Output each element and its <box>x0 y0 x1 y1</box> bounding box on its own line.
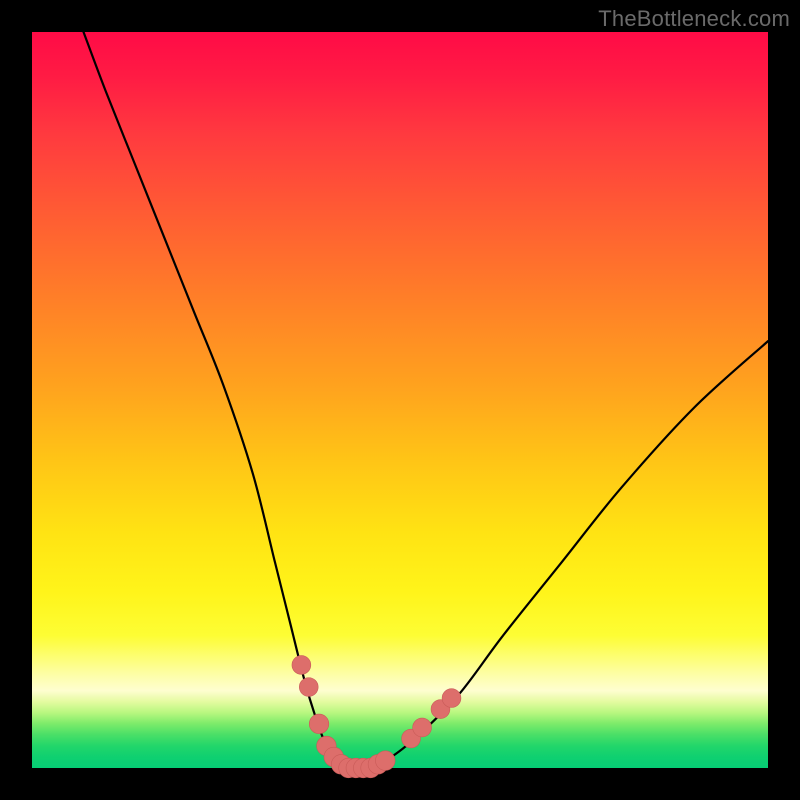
bottleneck-curve <box>84 32 768 769</box>
markers-group <box>292 656 461 778</box>
data-marker <box>442 689 461 708</box>
chart-plot-area <box>32 32 768 768</box>
data-marker <box>376 751 396 771</box>
curve-group <box>84 32 768 769</box>
data-marker <box>413 718 432 737</box>
data-marker <box>292 656 311 675</box>
watermark-text: TheBottleneck.com <box>598 6 790 32</box>
chart-svg <box>32 32 768 768</box>
chart-frame: TheBottleneck.com <box>0 0 800 800</box>
data-marker <box>299 678 318 697</box>
data-marker <box>309 714 329 734</box>
